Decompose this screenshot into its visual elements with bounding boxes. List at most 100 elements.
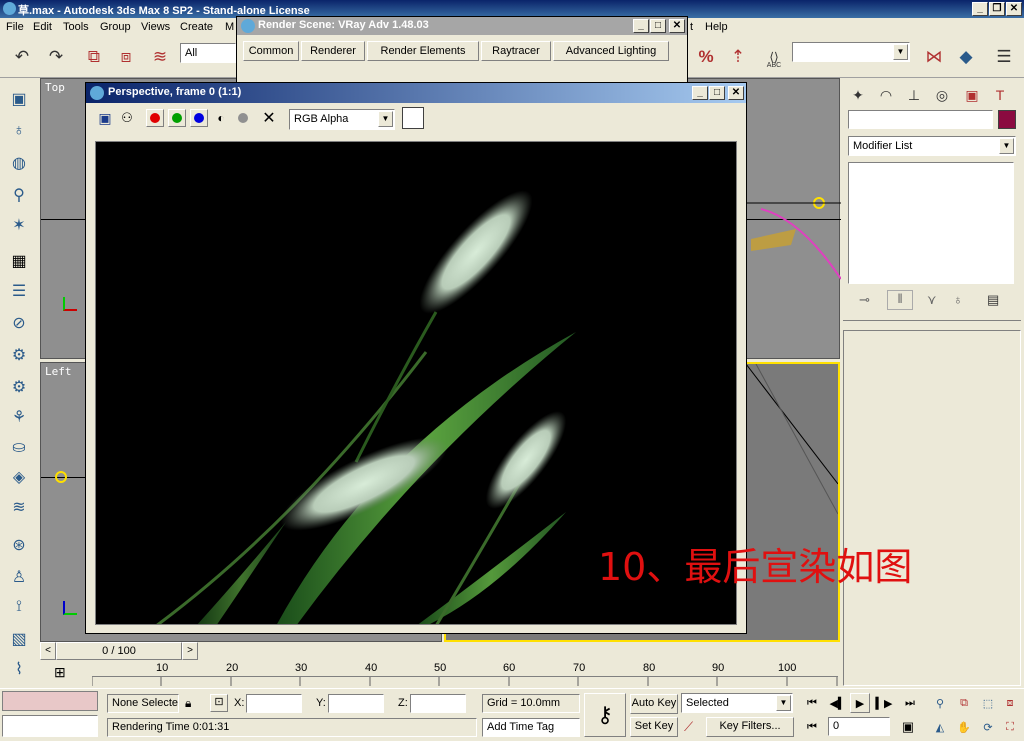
time-configuration-icon[interactable]: ▣ bbox=[898, 717, 918, 737]
systems-icon[interactable]: ⛀ bbox=[5, 434, 33, 460]
set-key-icon[interactable]: ⚷ bbox=[584, 693, 626, 737]
close-button[interactable]: ✕ bbox=[1006, 2, 1022, 16]
tab-render-elements[interactable]: Render Elements bbox=[367, 41, 479, 61]
modifier-stack[interactable] bbox=[848, 162, 1014, 284]
curve-editor-icon[interactable]: ⊞ bbox=[54, 664, 66, 681]
add-time-tag-button[interactable]: Add Time Tag bbox=[482, 718, 580, 737]
spinner-snap-icon[interactable]: ⇡ bbox=[724, 43, 752, 71]
menu-tools[interactable]: Tools bbox=[63, 21, 89, 33]
channel-dropdown[interactable]: RGB Alpha ▼ bbox=[289, 109, 395, 130]
menu-views[interactable]: Views bbox=[141, 21, 170, 33]
nurbs-icon[interactable]: ▦ bbox=[5, 248, 33, 274]
render-scene-close-button[interactable]: ✕ bbox=[669, 19, 685, 33]
tab-renderer[interactable]: Renderer bbox=[301, 41, 365, 61]
objects-icon[interactable]: ▣ bbox=[5, 86, 33, 112]
time-slider-prev-icon[interactable]: < bbox=[40, 642, 56, 660]
time-slider-next-icon[interactable]: > bbox=[182, 642, 198, 660]
mirror-icon[interactable]: ⋈ bbox=[920, 43, 948, 71]
dynamics-icon[interactable]: ☰ bbox=[5, 278, 33, 304]
tab-common[interactable]: Common bbox=[243, 41, 299, 61]
create-tab-icon[interactable]: ✦ bbox=[845, 82, 871, 108]
zoom-extents-all-icon[interactable]: ⧈ bbox=[1000, 693, 1020, 713]
menu-create[interactable]: Create bbox=[180, 21, 213, 33]
space-warps-icon[interactable]: ⚘ bbox=[5, 404, 33, 430]
reactor-icon[interactable]: ⊛ bbox=[5, 532, 33, 558]
menu-group[interactable]: Group bbox=[100, 21, 131, 33]
bind-space-warp-icon[interactable]: ≋ bbox=[146, 43, 174, 71]
menu-modifiers[interactable]: M bbox=[225, 21, 234, 33]
configure-modifier-sets-icon[interactable]: ▤ bbox=[987, 292, 999, 308]
character-icon[interactable]: ♙ bbox=[5, 564, 33, 590]
menu-customize[interactable]: t bbox=[690, 21, 693, 33]
y-coord-field[interactable] bbox=[328, 694, 384, 713]
pin-stack-icon[interactable]: ⊸ bbox=[859, 292, 870, 308]
minimize-button[interactable]: _ bbox=[972, 2, 988, 16]
display-tab-icon[interactable]: ▣ bbox=[959, 82, 985, 108]
red-channel-button[interactable] bbox=[146, 109, 164, 127]
redo-icon[interactable]: ↷ bbox=[42, 43, 70, 71]
next-frame-icon[interactable]: ▍▶ bbox=[874, 693, 894, 713]
menu-edit[interactable]: Edit bbox=[33, 21, 52, 33]
alpha-channel-icon[interactable]: ◐ bbox=[212, 109, 230, 127]
unlink-selection-icon[interactable]: ⧈ bbox=[112, 43, 140, 71]
track-bar[interactable]: ⊞ 10 20 30 40 50 60 70 80 90 100 bbox=[40, 660, 840, 688]
field-of-view-icon[interactable]: ◭ bbox=[930, 717, 950, 737]
helpers-icon[interactable]: ⚙ bbox=[5, 374, 33, 400]
hierarchy-tab-icon[interactable]: ⊥ bbox=[901, 82, 927, 108]
current-frame-field[interactable]: 0 bbox=[828, 717, 890, 736]
zoom-extents-icon[interactable]: ⬚ bbox=[978, 693, 998, 713]
zoom-icon[interactable]: ⚲ bbox=[930, 693, 950, 713]
cloth-icon[interactable]: ▧ bbox=[5, 626, 33, 652]
absolute-mode-icon[interactable]: ⊡ bbox=[210, 694, 228, 712]
key-mode-dropdown[interactable]: Selected ▼ bbox=[681, 693, 793, 713]
maxscript-listener-mini[interactable] bbox=[2, 691, 98, 711]
monochrome-button[interactable] bbox=[234, 109, 252, 127]
auto-key-button[interactable]: Auto Key bbox=[630, 694, 678, 714]
render-scene-maximize-button[interactable]: □ bbox=[650, 19, 666, 33]
lights-icon[interactable]: ⊘ bbox=[5, 310, 33, 336]
tab-advanced-lighting[interactable]: Advanced Lighting bbox=[553, 41, 669, 61]
x-coord-field[interactable] bbox=[246, 694, 302, 713]
percent-snap-icon[interactable]: % bbox=[692, 43, 720, 71]
edit-named-selection-icon[interactable]: ABC ⟨⟩ bbox=[760, 43, 788, 71]
maximize-viewport-icon[interactable]: ⛶ bbox=[1000, 717, 1020, 737]
go-to-end-icon[interactable]: ⏭ bbox=[900, 693, 920, 713]
patch-grids-icon[interactable]: ✶ bbox=[5, 212, 33, 238]
bones-icon[interactable]: ⟟ bbox=[5, 594, 33, 620]
modify-tab-icon[interactable]: ◠ bbox=[873, 82, 899, 108]
motion-tab-icon[interactable]: ◎ bbox=[929, 82, 955, 108]
show-end-result-icon[interactable]: ‖ bbox=[887, 290, 913, 310]
layer-manager-icon[interactable]: ☰ bbox=[990, 43, 1018, 71]
utilities-tab-icon[interactable]: T bbox=[987, 82, 1013, 108]
blue-channel-button[interactable] bbox=[190, 109, 208, 127]
compounds-icon[interactable]: ◍ bbox=[5, 150, 33, 176]
frame-buffer-maximize-button[interactable]: □ bbox=[709, 86, 725, 100]
previous-frame-icon[interactable]: ◀▍ bbox=[828, 693, 848, 713]
make-unique-icon[interactable]: ⋎ bbox=[927, 292, 937, 308]
play-icon[interactable]: ▶ bbox=[850, 693, 870, 713]
clone-frame-icon[interactable]: ⚇ bbox=[118, 109, 136, 127]
go-to-start-icon[interactable]: ⏮ bbox=[802, 693, 822, 713]
undo-icon[interactable]: ↶ bbox=[8, 43, 36, 71]
hair-icon[interactable]: ⌇ bbox=[5, 656, 33, 682]
lock-selection-icon[interactable]: 🔒︎ bbox=[185, 696, 191, 711]
tab-raytracer[interactable]: Raytracer bbox=[481, 41, 551, 61]
zoom-all-icon[interactable]: ⧉ bbox=[954, 693, 974, 713]
restore-button[interactable]: ❐ bbox=[989, 2, 1005, 16]
save-image-icon[interactable]: ▣ bbox=[96, 109, 114, 127]
green-channel-button[interactable] bbox=[168, 109, 186, 127]
pan-icon[interactable]: ✋ bbox=[954, 717, 974, 737]
render-scene-minimize-button[interactable]: _ bbox=[633, 19, 649, 33]
modifiers-icon[interactable]: ◈ bbox=[5, 464, 33, 490]
waves-icon[interactable]: ≋ bbox=[5, 494, 33, 520]
remove-modifier-icon[interactable]: ♁ bbox=[953, 292, 963, 307]
time-slider-thumb[interactable]: 0 / 100 bbox=[56, 642, 182, 660]
modifier-list-dropdown[interactable]: Modifier List ▼ bbox=[848, 136, 1016, 156]
select-and-link-icon[interactable]: ⧉ bbox=[80, 43, 108, 71]
object-color-swatch[interactable] bbox=[998, 110, 1016, 129]
menu-file[interactable]: File bbox=[6, 21, 24, 33]
menu-help[interactable]: Help bbox=[705, 21, 728, 33]
selection-filter-dropdown[interactable]: All bbox=[180, 43, 236, 63]
frame-buffer-close-button[interactable]: ✕ bbox=[728, 86, 744, 100]
align-icon[interactable]: ◆ bbox=[952, 43, 980, 71]
